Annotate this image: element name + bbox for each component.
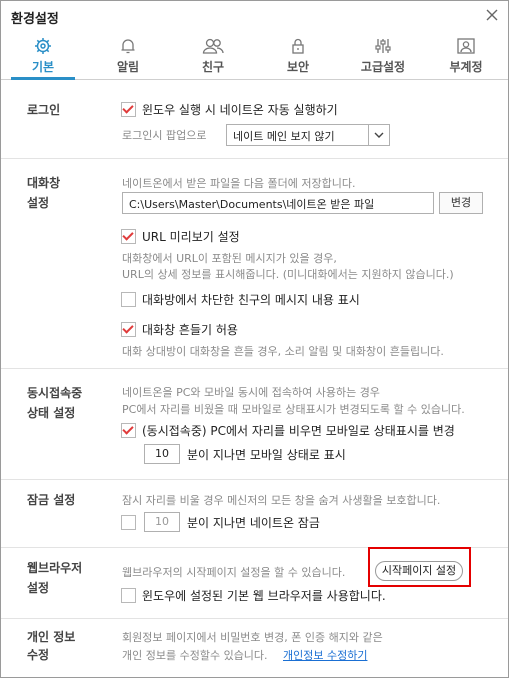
section-title-line2: 수정 — [27, 648, 50, 662]
section-title: 잠금 설정 — [27, 493, 76, 507]
section-title-line1: 동시접속중 — [27, 386, 83, 400]
login-section: 로그인 윈도우 실행 시 네이트온 자동 실행하기 로그인시 팝업으로 네이트 … — [1, 80, 508, 159]
tab-basic[interactable]: 기본 — [3, 31, 83, 80]
shake-checkbox[interactable] — [121, 322, 136, 337]
title-bar: 환경설정 — [1, 1, 508, 31]
section-title-line2: 상태 설정 — [27, 406, 76, 420]
tab-sub-account[interactable]: 부계정 — [426, 31, 506, 79]
close-icon[interactable] — [484, 7, 500, 23]
tab-label: 부계정 — [449, 60, 483, 74]
chat-section: 대화창 설정 네이트온에서 받은 파일을 다음 폴더에 저장합니다. C:\Us… — [1, 159, 508, 369]
tab-bar: 기본 알림 친구 보안 고급설정 부계정 — [1, 31, 508, 80]
sub-account-icon — [457, 38, 475, 54]
section-title-line1: 대화창 — [27, 176, 61, 190]
tab-label: 보안 — [286, 60, 310, 74]
url-preview-label: URL 미리보기 설정 — [142, 230, 240, 244]
lock-minutes-suffix: 분이 지나면 네이트온 잠금 — [187, 516, 320, 530]
tab-friends[interactable]: 친구 — [173, 31, 253, 79]
tab-label: 기본 — [31, 60, 55, 74]
friends-icon — [202, 38, 224, 54]
privacy-desc-2: 개인 정보를 수정할수 있습니다. — [122, 649, 268, 662]
default-browser-checkbox[interactable] — [121, 588, 136, 603]
gear-icon — [35, 38, 51, 54]
change-folder-button[interactable]: 변경 — [439, 192, 483, 214]
sliders-icon — [375, 39, 391, 53]
blocked-friend-checkbox[interactable] — [121, 292, 136, 307]
edit-profile-link[interactable]: 개인정보 수정하기 — [283, 647, 367, 663]
tab-advanced[interactable]: 고급설정 — [343, 31, 423, 79]
concurrent-minutes-input[interactable]: 10 — [144, 444, 180, 464]
shake-desc: 대화 상대방이 대화창을 흔들 경우, 소리 알림 및 대화창이 흔들립니다. — [122, 345, 444, 358]
url-preview-desc-2: URL의 상세 정보를 표시해줍니다. (미니대화에서는 지원하지 않습니다.) — [122, 268, 454, 281]
lock-minutes-input[interactable]: 10 — [144, 512, 180, 532]
tab-security[interactable]: 보안 — [258, 31, 338, 79]
lock-desc: 잠시 자리를 비울 경우 메신저의 모든 창을 숨겨 사생활을 보호합니다. — [122, 494, 441, 507]
concurrent-minutes-suffix: 분이 지나면 모바일 상태로 표시 — [187, 448, 346, 462]
concurrent-desc-2: PC에서 자리를 비웠을 때 모바일로 상태표시가 변경되도록 할 수 있습니다… — [122, 403, 465, 416]
lock-icon — [292, 38, 304, 54]
popup-label: 로그인시 팝업으로 — [122, 129, 207, 142]
folder-path-value: C:\Users\Master\Documents\네이트온 받은 파일 — [129, 198, 375, 211]
browser-section: 웹브라우저 설정 웹브라우저의 시작페이지 설정을 할 수 있습니다. 시작페이… — [1, 547, 508, 619]
autorun-label: 윈도우 실행 시 네이트온 자동 실행하기 — [142, 103, 338, 117]
default-browser-label: 윈도우에 설정된 기본 웹 브라우저를 사용합니다. — [142, 589, 386, 603]
section-title: 로그인 — [27, 103, 61, 117]
privacy-section: 개인 정보 수정 회원정보 페이지에서 비밀번호 변경, 폰 인증 해지와 같은… — [1, 619, 508, 677]
settings-window: 환경설정 기본 알림 친구 보안 고급설정 부계정 로그인 윈도우 실행 시 네… — [0, 0, 509, 678]
popup-select[interactable]: 네이트 메인 보지 않기 — [226, 124, 390, 146]
blocked-friend-label: 대화방에서 차단한 친구의 메시지 내용 표시 — [142, 293, 360, 307]
section-title-line2: 설정 — [27, 581, 50, 595]
folder-path-field[interactable]: C:\Users\Master\Documents\네이트온 받은 파일 — [122, 192, 434, 214]
url-preview-desc-1: 대화창에서 URL이 포함된 메시지가 있을 경우, — [122, 252, 337, 265]
section-title-line2: 설정 — [27, 196, 50, 210]
autorun-checkbox[interactable] — [121, 102, 136, 117]
bell-icon — [121, 39, 135, 54]
tab-label: 친구 — [201, 60, 225, 74]
section-title-line1: 개인 정보 — [27, 630, 76, 644]
tab-alerts[interactable]: 알림 — [88, 31, 168, 79]
url-preview-checkbox[interactable] — [121, 229, 136, 244]
concurrent-desc-1: 네이트온을 PC와 모바일 동시에 접속하여 사용하는 경우 — [122, 386, 380, 399]
start-page-button[interactable]: 시작페이지 설정 — [375, 561, 463, 581]
concurrent-checkbox[interactable] — [121, 423, 136, 438]
chevron-down-icon — [368, 125, 389, 145]
save-folder-desc: 네이트온에서 받은 파일을 다음 폴더에 저장합니다. — [122, 177, 356, 190]
section-title-line1: 웹브라우저 — [27, 561, 83, 575]
lock-section: 잠금 설정 잠시 자리를 비울 경우 메신저의 모든 창을 숨겨 사생활을 보호… — [1, 480, 508, 548]
browser-desc: 웹브라우저의 시작페이지 설정을 할 수 있습니다. — [122, 566, 346, 579]
window-title: 환경설정 — [11, 12, 59, 27]
tab-label: 알림 — [116, 60, 140, 74]
popup-select-value: 네이트 메인 보지 않기 — [233, 130, 335, 143]
tab-label: 고급설정 — [360, 60, 406, 74]
concurrent-option-label: (동시접속중) PC에서 자리를 비우면 모바일로 상태표시를 변경 — [142, 424, 455, 438]
lock-checkbox[interactable] — [121, 515, 136, 530]
privacy-desc-1: 회원정보 페이지에서 비밀번호 변경, 폰 인증 해지와 같은 — [122, 631, 383, 644]
concurrent-section: 동시접속중 상태 설정 네이트온을 PC와 모바일 동시에 접속하여 사용하는 … — [1, 369, 508, 480]
shake-label: 대화창 흔들기 허용 — [142, 323, 238, 337]
